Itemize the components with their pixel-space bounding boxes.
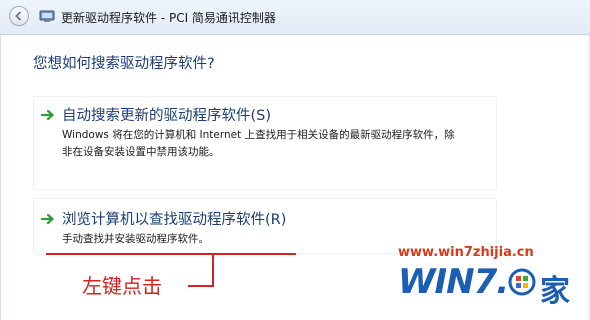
green-arrow-icon <box>41 109 54 121</box>
window-title: 更新驱动程序软件 - PCI 简易通讯控制器 <box>61 11 276 25</box>
title-bar: 更新驱动程序软件 - PCI 简易通讯控制器 <box>0 0 590 35</box>
green-arrow-icon <box>41 213 54 225</box>
watermark-url: www.win7zhijia.cn <box>398 245 534 260</box>
watermark-logo-char: 家 <box>540 274 570 309</box>
option-auto-search-desc: Windows 将在您的计算机和 Internet 上查找用于相关设备的最新驱动… <box>62 127 455 161</box>
annotation-dash <box>188 285 214 287</box>
annotation-pointer <box>212 255 214 287</box>
page-heading: 您想如何搜索驱动程序软件? <box>33 56 215 72</box>
back-arrow-icon <box>15 11 22 21</box>
option-auto-search-title[interactable]: 自动搜索更新的驱动程序软件(S) <box>62 104 271 125</box>
device-manager-icon <box>39 10 55 22</box>
option-auto-search[interactable]: 自动搜索更新的驱动程序软件(S) Windows 将在您的计算机和 Intern… <box>33 96 497 190</box>
back-button[interactable] <box>9 6 29 26</box>
option-browse-computer-title[interactable]: 浏览计算机以查找驱动程序软件(R) <box>62 208 286 229</box>
option-auto-search-desc-line2: 非在设备安装设置中禁用该功能。 <box>62 146 220 158</box>
annotation-text: 左键点击 <box>82 274 162 298</box>
option-auto-search-desc-line1: Windows 将在您的计算机和 Internet 上查找用于相关设备的最新驱动… <box>62 129 455 141</box>
watermark-logo: WIN7. 家 <box>398 262 583 310</box>
watermark-logo-text: WIN7. <box>398 262 509 302</box>
option-browse-computer-desc: 手动查找并安装驱动程序软件。 <box>62 233 209 245</box>
windows-flag-icon <box>508 268 536 296</box>
annotation-underline <box>46 253 296 255</box>
